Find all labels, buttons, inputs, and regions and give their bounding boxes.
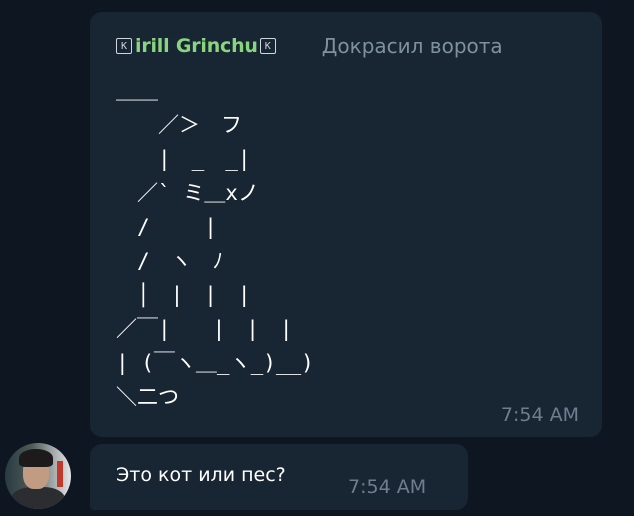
ascii-art-text: ＿＿ ／＞ フ | _ _| ／` ミ＿xノ / | / ヽ ﾉ │ | | |… — [116, 79, 314, 409]
message-bubble-ascii[interactable]: K irill Grinchu K Докрасил ворота ＿＿ ／＞ … — [90, 12, 602, 437]
avatar-shirt — [11, 487, 65, 509]
regional-indicator-k-icon: K — [259, 38, 276, 54]
message-text: Это кот или пес? — [116, 464, 286, 486]
message-time: 7:54 AM — [500, 404, 579, 426]
avatar-hair — [19, 449, 53, 467]
avatar[interactable] — [5, 443, 71, 509]
regional-indicator-k-icon: K — [116, 38, 132, 54]
message-time: 7:54 AM — [348, 476, 427, 498]
sender-name[interactable]: irill Grinchu — [135, 35, 258, 57]
header-text: Докрасил ворота — [321, 34, 503, 58]
message-header: K irill Grinchu K Докрасил ворота — [116, 33, 582, 59]
message-bubble-question[interactable]: Это кот или пес? 7:54 AM — [90, 444, 468, 510]
avatar-accent — [57, 461, 63, 487]
